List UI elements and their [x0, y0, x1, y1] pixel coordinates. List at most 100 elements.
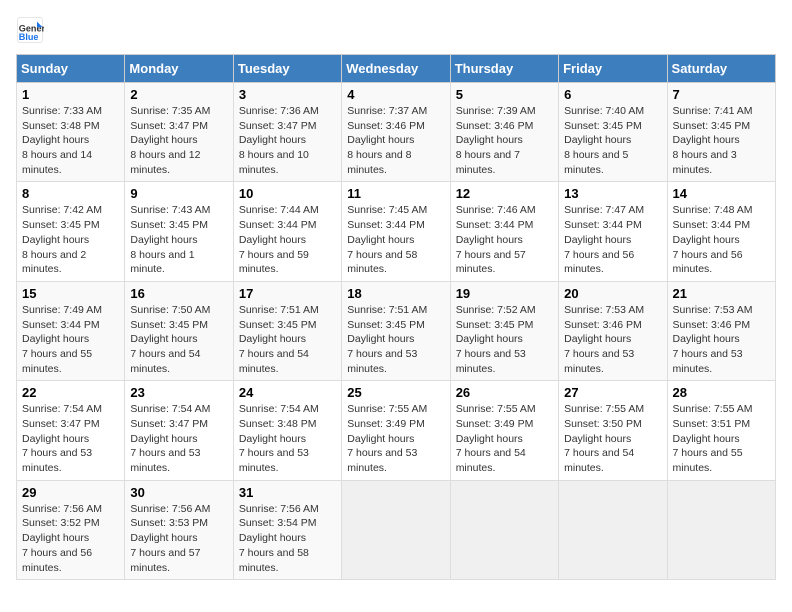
day-number: 14 [673, 186, 770, 201]
day-detail: Sunrise: 7:56 AM Sunset: 3:53 PM Dayligh… [130, 502, 227, 575]
day-detail: Sunrise: 7:51 AM Sunset: 3:45 PM Dayligh… [347, 303, 444, 376]
logo-icon: General Blue [16, 16, 44, 44]
calendar-cell: 3 Sunrise: 7:36 AM Sunset: 3:47 PM Dayli… [233, 83, 341, 182]
calendar-cell: 21 Sunrise: 7:53 AM Sunset: 3:46 PM Dayl… [667, 281, 775, 380]
weekday-header-wednesday: Wednesday [342, 55, 450, 83]
calendar-cell: 15 Sunrise: 7:49 AM Sunset: 3:44 PM Dayl… [17, 281, 125, 380]
calendar-cell: 11 Sunrise: 7:45 AM Sunset: 3:44 PM Dayl… [342, 182, 450, 281]
day-number: 9 [130, 186, 227, 201]
day-number: 30 [130, 485, 227, 500]
day-detail: Sunrise: 7:40 AM Sunset: 3:45 PM Dayligh… [564, 104, 661, 177]
day-number: 29 [22, 485, 119, 500]
calendar-cell: 29 Sunrise: 7:56 AM Sunset: 3:52 PM Dayl… [17, 480, 125, 579]
calendar-cell: 28 Sunrise: 7:55 AM Sunset: 3:51 PM Dayl… [667, 381, 775, 480]
day-number: 26 [456, 385, 553, 400]
day-detail: Sunrise: 7:42 AM Sunset: 3:45 PM Dayligh… [22, 203, 119, 276]
day-detail: Sunrise: 7:47 AM Sunset: 3:44 PM Dayligh… [564, 203, 661, 276]
calendar-cell: 8 Sunrise: 7:42 AM Sunset: 3:45 PM Dayli… [17, 182, 125, 281]
day-detail: Sunrise: 7:43 AM Sunset: 3:45 PM Dayligh… [130, 203, 227, 276]
page-header: General Blue [16, 16, 776, 44]
calendar-cell: 26 Sunrise: 7:55 AM Sunset: 3:49 PM Dayl… [450, 381, 558, 480]
calendar-week-4: 22 Sunrise: 7:54 AM Sunset: 3:47 PM Dayl… [17, 381, 776, 480]
calendar-cell: 2 Sunrise: 7:35 AM Sunset: 3:47 PM Dayli… [125, 83, 233, 182]
day-number: 5 [456, 87, 553, 102]
calendar-cell: 12 Sunrise: 7:46 AM Sunset: 3:44 PM Dayl… [450, 182, 558, 281]
day-number: 19 [456, 286, 553, 301]
calendar-cell: 30 Sunrise: 7:56 AM Sunset: 3:53 PM Dayl… [125, 480, 233, 579]
day-detail: Sunrise: 7:56 AM Sunset: 3:52 PM Dayligh… [22, 502, 119, 575]
day-number: 4 [347, 87, 444, 102]
day-detail: Sunrise: 7:54 AM Sunset: 3:47 PM Dayligh… [22, 402, 119, 475]
calendar-week-5: 29 Sunrise: 7:56 AM Sunset: 3:52 PM Dayl… [17, 480, 776, 579]
day-number: 13 [564, 186, 661, 201]
day-number: 31 [239, 485, 336, 500]
day-detail: Sunrise: 7:49 AM Sunset: 3:44 PM Dayligh… [22, 303, 119, 376]
day-detail: Sunrise: 7:35 AM Sunset: 3:47 PM Dayligh… [130, 104, 227, 177]
calendar-cell [559, 480, 667, 579]
calendar-cell: 18 Sunrise: 7:51 AM Sunset: 3:45 PM Dayl… [342, 281, 450, 380]
day-detail: Sunrise: 7:44 AM Sunset: 3:44 PM Dayligh… [239, 203, 336, 276]
day-number: 25 [347, 385, 444, 400]
day-detail: Sunrise: 7:39 AM Sunset: 3:46 PM Dayligh… [456, 104, 553, 177]
day-number: 17 [239, 286, 336, 301]
calendar-cell: 13 Sunrise: 7:47 AM Sunset: 3:44 PM Dayl… [559, 182, 667, 281]
day-number: 2 [130, 87, 227, 102]
day-number: 18 [347, 286, 444, 301]
calendar-week-3: 15 Sunrise: 7:49 AM Sunset: 3:44 PM Dayl… [17, 281, 776, 380]
day-number: 23 [130, 385, 227, 400]
calendar-cell: 27 Sunrise: 7:55 AM Sunset: 3:50 PM Dayl… [559, 381, 667, 480]
day-number: 16 [130, 286, 227, 301]
calendar-cell: 5 Sunrise: 7:39 AM Sunset: 3:46 PM Dayli… [450, 83, 558, 182]
day-number: 6 [564, 87, 661, 102]
calendar-cell [342, 480, 450, 579]
day-detail: Sunrise: 7:55 AM Sunset: 3:51 PM Dayligh… [673, 402, 770, 475]
weekday-header-monday: Monday [125, 55, 233, 83]
calendar-cell [450, 480, 558, 579]
day-number: 21 [673, 286, 770, 301]
weekday-header-tuesday: Tuesday [233, 55, 341, 83]
day-number: 7 [673, 87, 770, 102]
day-detail: Sunrise: 7:51 AM Sunset: 3:45 PM Dayligh… [239, 303, 336, 376]
weekday-header-friday: Friday [559, 55, 667, 83]
calendar-cell: 25 Sunrise: 7:55 AM Sunset: 3:49 PM Dayl… [342, 381, 450, 480]
calendar-cell: 7 Sunrise: 7:41 AM Sunset: 3:45 PM Dayli… [667, 83, 775, 182]
calendar-cell: 24 Sunrise: 7:54 AM Sunset: 3:48 PM Dayl… [233, 381, 341, 480]
calendar-cell: 20 Sunrise: 7:53 AM Sunset: 3:46 PM Dayl… [559, 281, 667, 380]
day-number: 10 [239, 186, 336, 201]
calendar-week-1: 1 Sunrise: 7:33 AM Sunset: 3:48 PM Dayli… [17, 83, 776, 182]
day-detail: Sunrise: 7:50 AM Sunset: 3:45 PM Dayligh… [130, 303, 227, 376]
day-number: 15 [22, 286, 119, 301]
calendar-cell: 31 Sunrise: 7:56 AM Sunset: 3:54 PM Dayl… [233, 480, 341, 579]
calendar-cell: 6 Sunrise: 7:40 AM Sunset: 3:45 PM Dayli… [559, 83, 667, 182]
svg-text:Blue: Blue [19, 32, 39, 42]
day-number: 20 [564, 286, 661, 301]
day-detail: Sunrise: 7:55 AM Sunset: 3:49 PM Dayligh… [456, 402, 553, 475]
calendar-cell: 4 Sunrise: 7:37 AM Sunset: 3:46 PM Dayli… [342, 83, 450, 182]
day-detail: Sunrise: 7:53 AM Sunset: 3:46 PM Dayligh… [564, 303, 661, 376]
day-number: 27 [564, 385, 661, 400]
day-detail: Sunrise: 7:33 AM Sunset: 3:48 PM Dayligh… [22, 104, 119, 177]
calendar-cell: 19 Sunrise: 7:52 AM Sunset: 3:45 PM Dayl… [450, 281, 558, 380]
day-detail: Sunrise: 7:52 AM Sunset: 3:45 PM Dayligh… [456, 303, 553, 376]
calendar-table: SundayMondayTuesdayWednesdayThursdayFrid… [16, 54, 776, 580]
calendar-cell [667, 480, 775, 579]
calendar-week-2: 8 Sunrise: 7:42 AM Sunset: 3:45 PM Dayli… [17, 182, 776, 281]
day-detail: Sunrise: 7:56 AM Sunset: 3:54 PM Dayligh… [239, 502, 336, 575]
day-number: 1 [22, 87, 119, 102]
day-number: 8 [22, 186, 119, 201]
day-detail: Sunrise: 7:46 AM Sunset: 3:44 PM Dayligh… [456, 203, 553, 276]
logo: General Blue [16, 16, 48, 44]
day-detail: Sunrise: 7:54 AM Sunset: 3:47 PM Dayligh… [130, 402, 227, 475]
day-number: 24 [239, 385, 336, 400]
weekday-header-thursday: Thursday [450, 55, 558, 83]
day-detail: Sunrise: 7:55 AM Sunset: 3:50 PM Dayligh… [564, 402, 661, 475]
day-detail: Sunrise: 7:37 AM Sunset: 3:46 PM Dayligh… [347, 104, 444, 177]
day-detail: Sunrise: 7:55 AM Sunset: 3:49 PM Dayligh… [347, 402, 444, 475]
calendar-cell: 17 Sunrise: 7:51 AM Sunset: 3:45 PM Dayl… [233, 281, 341, 380]
calendar-cell: 10 Sunrise: 7:44 AM Sunset: 3:44 PM Dayl… [233, 182, 341, 281]
calendar-cell: 1 Sunrise: 7:33 AM Sunset: 3:48 PM Dayli… [17, 83, 125, 182]
day-detail: Sunrise: 7:53 AM Sunset: 3:46 PM Dayligh… [673, 303, 770, 376]
weekday-header-sunday: Sunday [17, 55, 125, 83]
day-detail: Sunrise: 7:36 AM Sunset: 3:47 PM Dayligh… [239, 104, 336, 177]
day-detail: Sunrise: 7:41 AM Sunset: 3:45 PM Dayligh… [673, 104, 770, 177]
